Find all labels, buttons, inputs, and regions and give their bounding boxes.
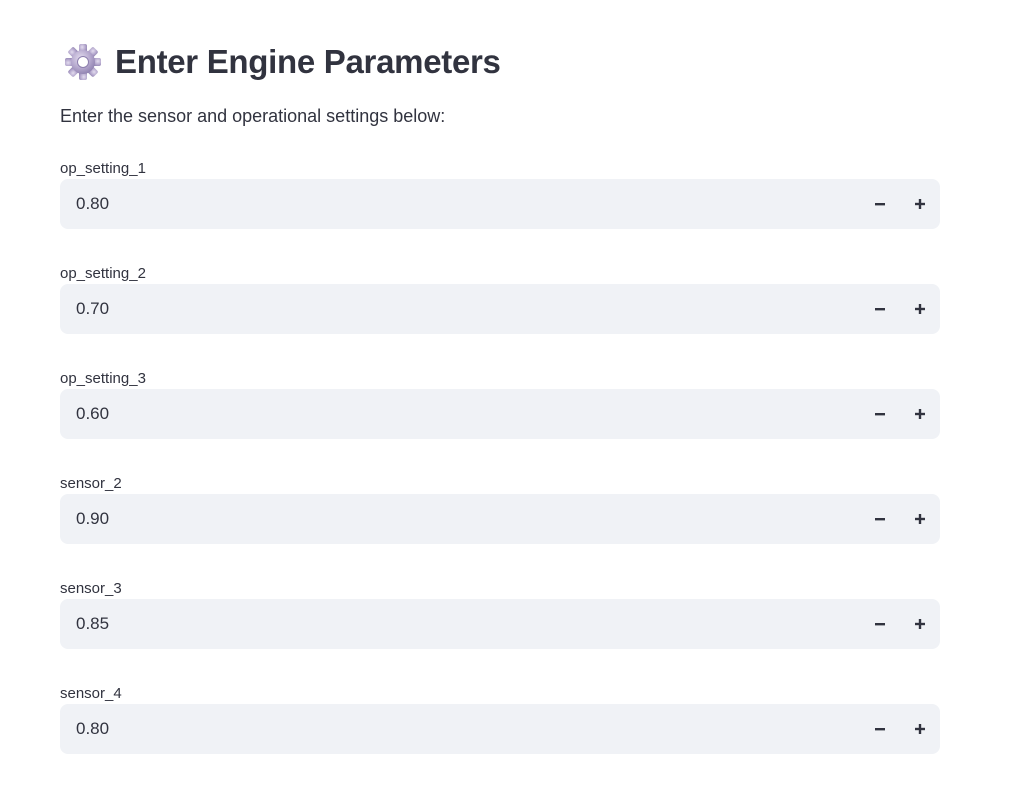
field-label: op_setting_3 <box>60 370 146 387</box>
plus-icon <box>915 304 925 314</box>
minus-icon <box>875 728 885 731</box>
plus-icon <box>915 199 925 209</box>
decrement-button[interactable] <box>860 179 900 229</box>
decrement-button[interactable] <box>860 599 900 649</box>
number-value-input[interactable] <box>60 494 860 544</box>
number-value-input[interactable] <box>60 389 860 439</box>
minus-icon <box>875 203 885 206</box>
number-input <box>60 179 940 229</box>
number-field: sensor_4 <box>60 684 940 789</box>
number-field: op_setting_3 <box>60 369 940 474</box>
increment-button[interactable] <box>900 389 940 439</box>
plus-icon <box>915 409 925 419</box>
number-input <box>60 704 940 754</box>
intro-text: Enter the sensor and operational setting… <box>60 106 446 126</box>
number-field: sensor_2 <box>60 474 940 579</box>
field-label: sensor_3 <box>60 580 122 597</box>
decrement-button[interactable] <box>860 494 900 544</box>
plus-icon <box>915 514 925 524</box>
field-label: op_setting_1 <box>60 160 146 177</box>
increment-button[interactable] <box>900 284 940 334</box>
page-header: Enter Engine Parameters <box>60 38 501 86</box>
number-input <box>60 389 940 439</box>
gear-icon <box>63 42 103 82</box>
field-label: sensor_4 <box>60 685 122 702</box>
number-field: sensor_3 <box>60 579 940 684</box>
minus-icon <box>875 518 885 521</box>
number-input <box>60 284 940 334</box>
number-field: op_setting_1 <box>60 159 940 264</box>
field-label: sensor_2 <box>60 475 122 492</box>
decrement-button[interactable] <box>860 704 900 754</box>
number-value-input[interactable] <box>60 284 860 334</box>
minus-icon <box>875 413 885 416</box>
number-value-input[interactable] <box>60 599 860 649</box>
minus-icon <box>875 623 885 626</box>
decrement-button[interactable] <box>860 389 900 439</box>
plus-icon <box>915 724 925 734</box>
increment-button[interactable] <box>900 179 940 229</box>
decrement-button[interactable] <box>860 284 900 334</box>
page-title: Enter Engine Parameters <box>115 43 501 80</box>
increment-button[interactable] <box>900 704 940 754</box>
number-value-input[interactable] <box>60 704 860 754</box>
number-input <box>60 599 940 649</box>
number-input <box>60 494 940 544</box>
plus-icon <box>915 619 925 629</box>
increment-button[interactable] <box>900 599 940 649</box>
number-field: op_setting_2 <box>60 264 940 369</box>
minus-icon <box>875 308 885 311</box>
field-label: op_setting_2 <box>60 265 146 282</box>
increment-button[interactable] <box>900 494 940 544</box>
number-value-input[interactable] <box>60 179 860 229</box>
